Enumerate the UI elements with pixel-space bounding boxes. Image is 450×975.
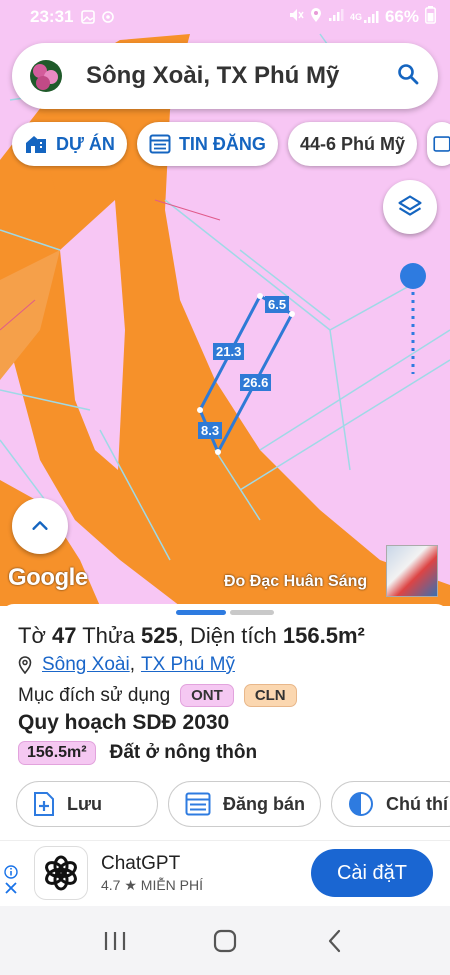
- chip-label: 44-6 Phú Mỹ: [299, 133, 405, 154]
- area-value: 156.5m²: [282, 623, 365, 648]
- sync-icon: [101, 10, 115, 24]
- sheet-handle[interactable]: [176, 610, 274, 615]
- google-logo: Google: [8, 564, 88, 591]
- parcel-edge-label: 8.3: [198, 422, 223, 439]
- signal-4g-icon: 4G: [350, 10, 379, 24]
- parcel-edge-label: 21.3: [213, 343, 245, 360]
- purpose-label: Mục đích sử dụng: [18, 684, 171, 706]
- house-icon: [24, 133, 48, 155]
- opacity-slider[interactable]: [398, 262, 428, 377]
- plan-area-row: 156.5m² Đất ở nông thôn: [18, 741, 257, 765]
- back-icon: [328, 929, 341, 952]
- avatar-icon[interactable]: [30, 60, 62, 92]
- close-icon[interactable]: [4, 881, 18, 895]
- search-bar[interactable]: Sông Xoài, TX Phú Mỹ: [12, 43, 438, 109]
- install-button[interactable]: Cài đặT: [311, 849, 433, 897]
- ad-choices[interactable]: [4, 865, 18, 895]
- parcel-info-sheet[interactable]: Tờ 47 Thửa 525, Diện tích 156.5m² Sông X…: [0, 604, 450, 844]
- openai-logo-icon: [45, 855, 77, 891]
- action-buttons: Lưu Đăng bán Chú thí: [16, 781, 450, 827]
- chip-label: TIN ĐĂNG: [178, 133, 266, 154]
- list-icon: [433, 136, 450, 152]
- back-button[interactable]: [305, 916, 365, 966]
- system-nav-bar: [0, 906, 450, 975]
- sheet-label: Tờ: [18, 623, 46, 648]
- chevron-up-icon: [32, 521, 48, 530]
- home-button[interactable]: [195, 916, 255, 966]
- save-label: Lưu: [67, 793, 103, 814]
- plan-area-tag: 156.5m²: [18, 741, 96, 765]
- list-icon: [185, 792, 211, 816]
- plot-number: 525: [140, 623, 178, 648]
- sheet-number: 47: [52, 623, 77, 648]
- filter-chips: DỰ ÁN TIN ĐĂNG 44-6 Phú Mỹ: [12, 122, 450, 166]
- list-icon: [149, 134, 171, 154]
- save-plus-icon: [33, 791, 55, 817]
- ad-banner[interactable]: ChatGPT 4.7 ★ MIỄN PHÍ Cài đặT: [0, 840, 450, 906]
- search-query[interactable]: Sông Xoài, TX Phú Mỹ: [86, 62, 396, 90]
- battery-percent: 66%: [384, 7, 419, 26]
- status-bar: 23:31 4G 66%: [0, 0, 450, 34]
- town-link[interactable]: TX Phú Mỹ: [141, 654, 235, 676]
- battery-icon: [425, 5, 436, 29]
- plan-land-type: Đất ở nông thôn: [109, 742, 258, 763]
- area-label: Diện tích: [189, 623, 277, 648]
- ad-app-name: ChatGPT: [101, 853, 181, 874]
- recents-icon: [104, 931, 126, 950]
- post-sale-label: Đăng bán: [223, 793, 306, 814]
- chip-plan-id[interactable]: 44-6 Phú Mỹ: [287, 122, 417, 166]
- tag-cln[interactable]: CLN: [243, 684, 297, 707]
- app-icon[interactable]: [34, 846, 88, 900]
- parcel-title: Tờ 47 Thửa 525, Diện tích 156.5m²: [18, 623, 365, 648]
- legend-icon: [348, 791, 374, 817]
- attribution-thumbnail[interactable]: [386, 545, 438, 597]
- expand-up-button[interactable]: [12, 498, 68, 554]
- home-icon: [213, 929, 237, 952]
- parcel-address: Sông Xoài, TX Phú Mỹ: [18, 654, 235, 676]
- location-icon: [310, 7, 322, 28]
- recents-button[interactable]: [85, 916, 145, 966]
- image-icon: [81, 10, 96, 24]
- post-sale-button[interactable]: Đăng bán: [168, 781, 321, 827]
- status-time: 23:31: [30, 7, 74, 26]
- parcel-edge-label: 26.6: [240, 374, 272, 391]
- chip-more[interactable]: [426, 122, 450, 166]
- signal-icon: [328, 7, 344, 27]
- save-button[interactable]: Lưu: [16, 781, 158, 827]
- info-icon: [4, 865, 18, 879]
- parcel-edge-label: 6.5: [265, 296, 290, 313]
- network-type: 4G: [349, 12, 362, 22]
- chip-du-an[interactable]: DỰ ÁN: [12, 122, 127, 166]
- mute-icon: [288, 7, 304, 28]
- address-separator: ,: [129, 654, 135, 675]
- legend-button[interactable]: Chú thí: [331, 781, 450, 827]
- tag-ont[interactable]: ONT: [180, 684, 234, 707]
- legend-label: Chú thí: [386, 793, 448, 814]
- layers-button[interactable]: [383, 180, 437, 234]
- ward-link[interactable]: Sông Xoài: [42, 654, 130, 676]
- plan-title: Quy hoạch SDĐ 2030: [18, 711, 230, 734]
- map-attribution: Đo Đạc Huân Sáng: [224, 573, 368, 590]
- chip-tin-dang[interactable]: TIN ĐĂNG: [136, 122, 278, 166]
- chip-label: DỰ ÁN: [56, 133, 115, 154]
- land-use-purpose: Mục đích sử dụng ONT CLN: [18, 684, 297, 707]
- location-pin-icon: [18, 656, 32, 674]
- ad-rating: 4.7 ★ MIỄN PHÍ: [101, 877, 204, 893]
- layers-icon: [398, 195, 422, 216]
- search-icon[interactable]: [396, 62, 420, 91]
- plot-label: Thửa: [82, 623, 135, 648]
